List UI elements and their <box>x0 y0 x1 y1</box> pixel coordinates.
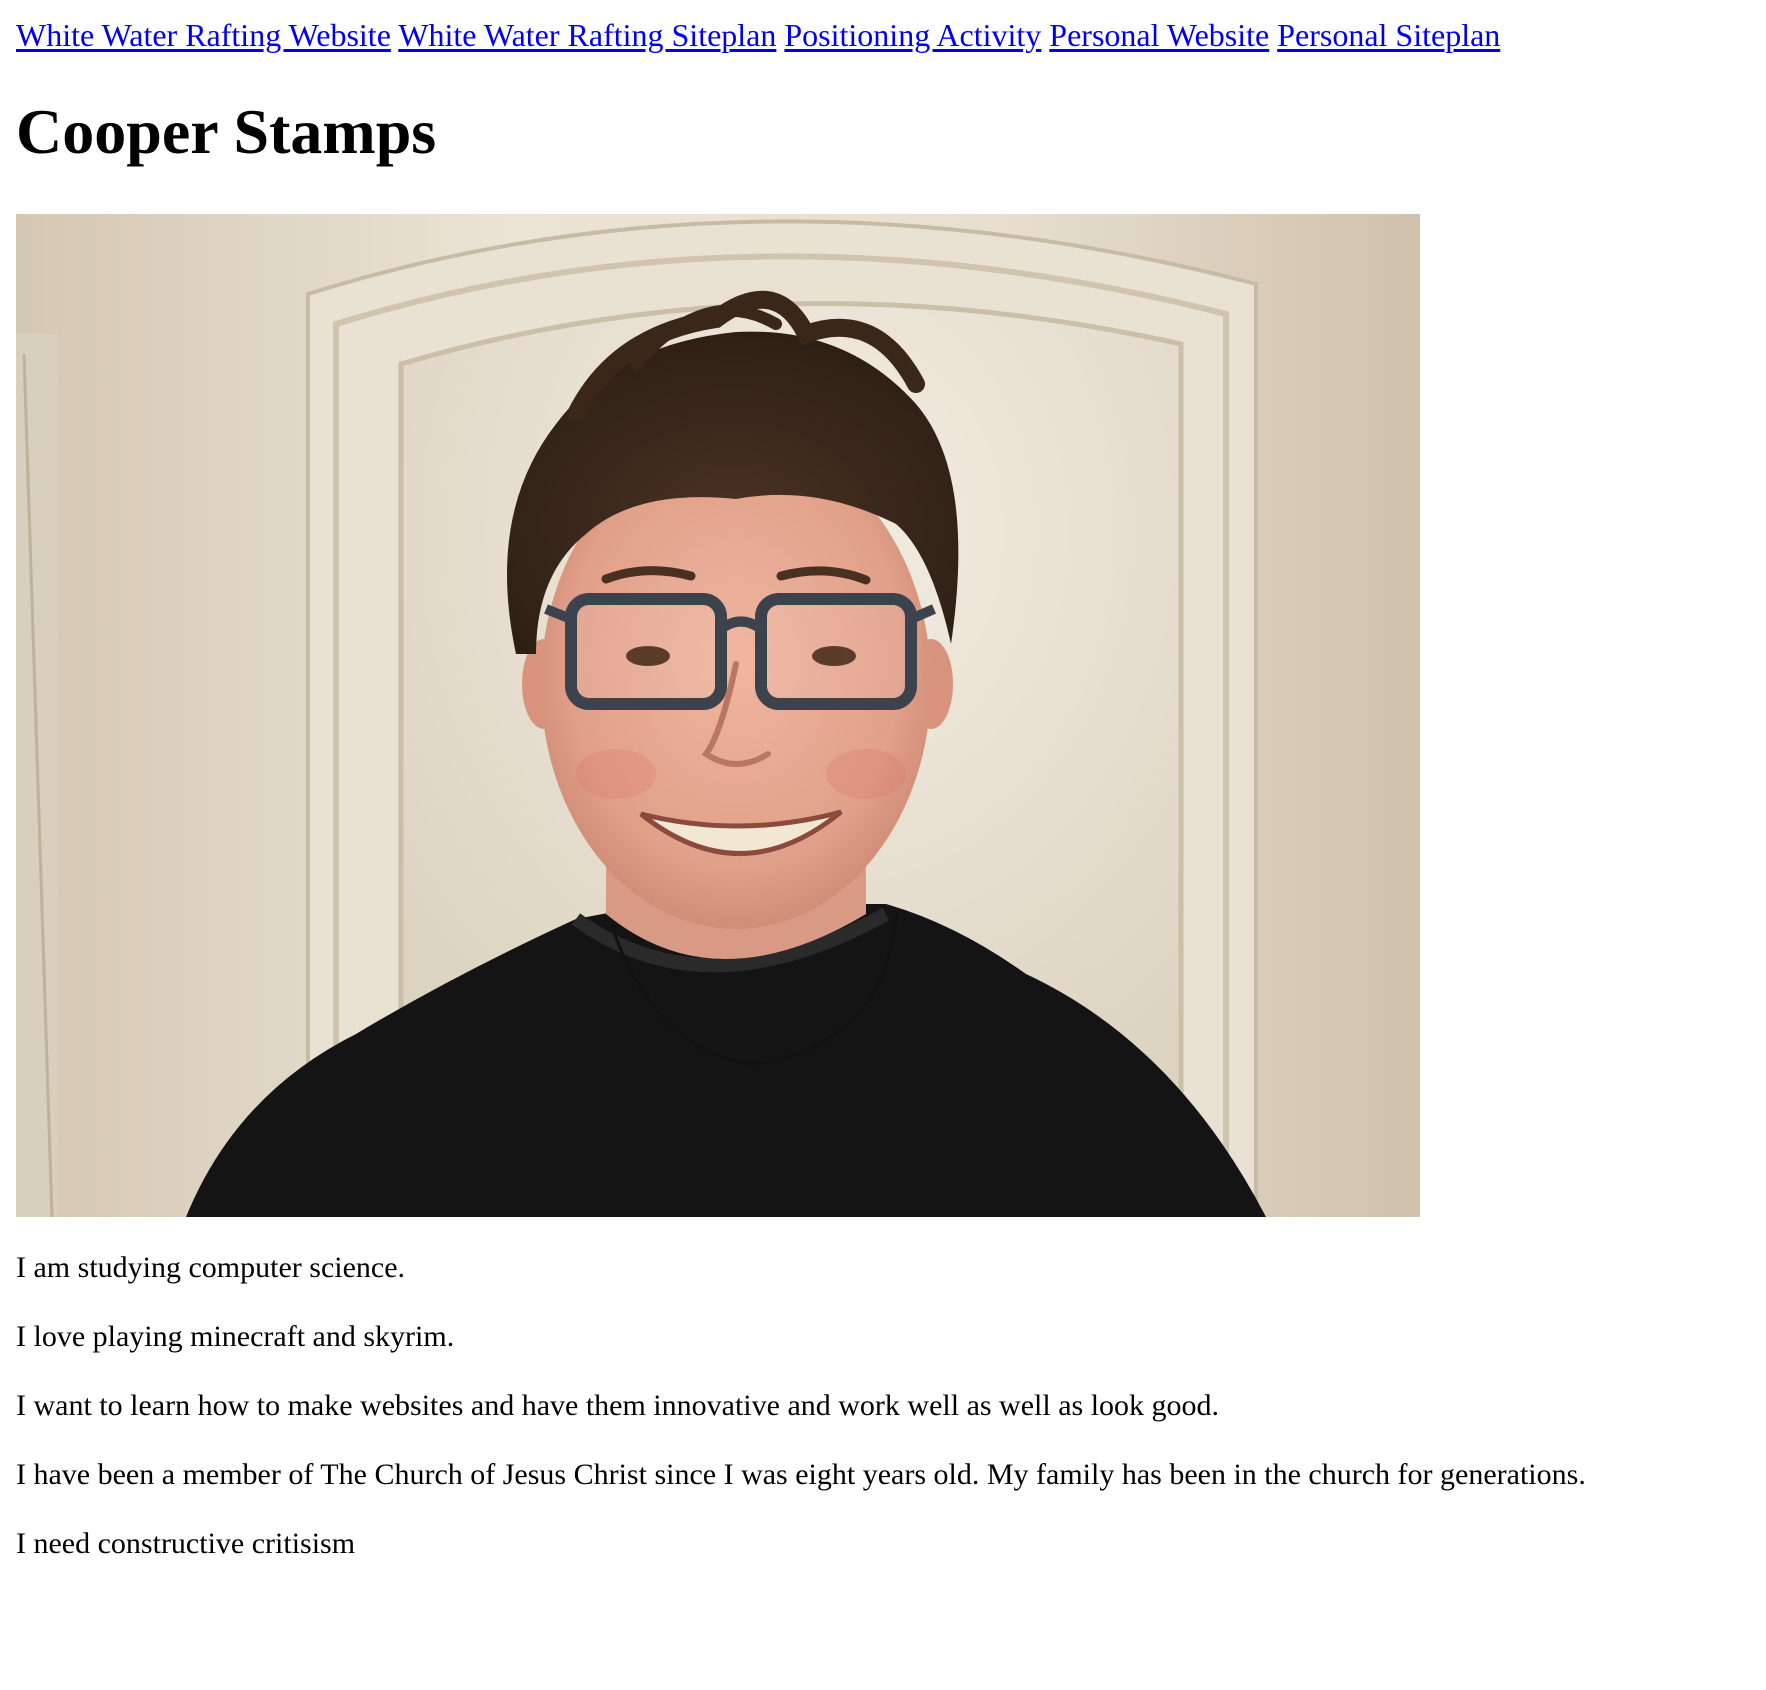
nav-link-personal-website[interactable]: Personal Website <box>1049 17 1269 53</box>
nav-link-positioning-activity[interactable]: Positioning Activity <box>784 17 1041 53</box>
profile-photo <box>16 214 1420 1217</box>
bio-paragraph-goals: I want to learn how to make websites and… <box>16 1389 1220 1422</box>
nav-link-white-water-rafting-website[interactable]: White Water Rafting Website <box>16 17 391 53</box>
bio-paragraph-feedback: I need constructive critisism <box>16 1527 356 1560</box>
nav-link-personal-siteplan[interactable]: Personal Siteplan <box>1277 17 1500 53</box>
page-title: Cooper Stamps <box>16 96 437 167</box>
bio-paragraph-hobbies: I love playing minecraft and skyrim. <box>16 1320 455 1353</box>
top-nav: White Water Rafting Website White Water … <box>16 15 1500 55</box>
nav-link-white-water-rafting-siteplan[interactable]: White Water Rafting Siteplan <box>398 17 776 53</box>
bio-paragraph-church: I have been a member of The Church of Je… <box>16 1458 1586 1491</box>
profile-photo-drawing <box>16 214 1420 1217</box>
bio-paragraph-studies: I am studying computer science. <box>16 1251 406 1284</box>
